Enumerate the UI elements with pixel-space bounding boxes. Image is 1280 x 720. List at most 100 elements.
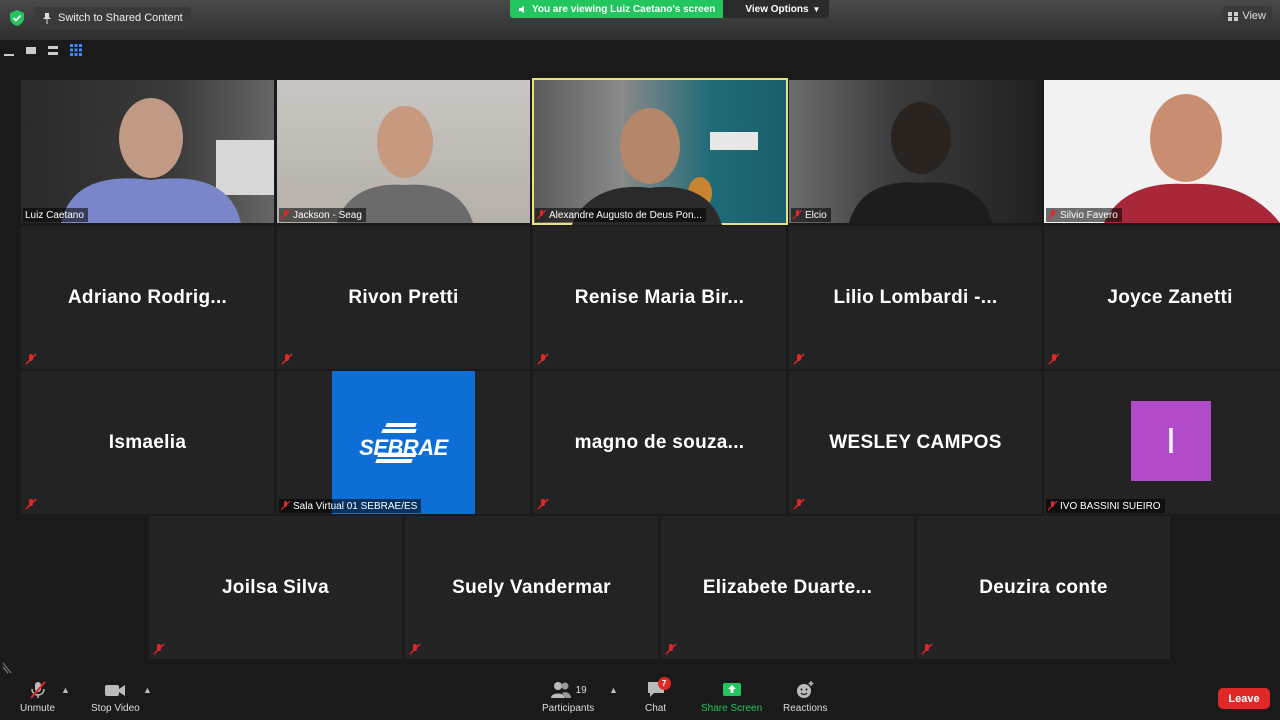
muted-mic-icon	[281, 353, 293, 365]
participant-name: Silvio Favero	[1060, 209, 1118, 221]
participant-name: Rivon Pretti	[348, 286, 459, 308]
participant-name-label: Sala Virtual 01 SEBRAE/ES	[279, 499, 422, 513]
participant-name: Adriano Rodrig...	[67, 286, 228, 308]
participant-name: Joilsa Silva	[221, 576, 330, 598]
meeting-top-bar: Switch to Shared Content You are viewing…	[0, 0, 1280, 40]
meeting-toolbar: Unmute ▲ Stop Video ▲ 19 Participants ▲ …	[0, 676, 1280, 720]
minimize-icon[interactable]	[4, 54, 14, 56]
participant-tile-ivo[interactable]: I IVO BASSINI SUEIRO	[1044, 371, 1280, 514]
participant-tile-suely[interactable]: Suely Vandermar	[405, 516, 658, 659]
participants-label: Participants	[542, 703, 595, 714]
participant-name: Deuzira conte	[979, 576, 1108, 598]
muted-mic-icon	[793, 353, 805, 365]
participant-name: magno de souza...	[574, 431, 745, 453]
participant-tile-joyce[interactable]: Joyce Zanetti	[1044, 226, 1280, 369]
stop-video-button[interactable]: Stop Video	[91, 680, 140, 714]
participant-name-label: Luiz Caetano	[23, 208, 88, 222]
view-options-label: View Options	[745, 3, 809, 15]
participant-name: Alexandre Augusto de Deus Pon...	[549, 209, 702, 221]
resize-grip-icon[interactable]	[2, 662, 12, 674]
participant-tile-wesley[interactable]: WESLEY CAMPOS	[789, 371, 1042, 514]
layout-switcher	[4, 44, 82, 56]
participant-name: IVO BASSINI SUEIRO	[1060, 500, 1161, 512]
participant-name: Sala Virtual 01 SEBRAE/ES	[293, 500, 418, 512]
participant-tile-deuzira[interactable]: Deuzira conte	[917, 516, 1170, 659]
security-shield-icon[interactable]	[8, 9, 26, 27]
reactions-button[interactable]: Reactions	[783, 680, 827, 714]
participant-name: Elizabete Duarte...	[702, 576, 873, 598]
video-tile-alexandre[interactable]: Alexandre Augusto de Deus Pon...	[532, 78, 788, 225]
muted-mic-icon	[1048, 210, 1057, 220]
muted-mic-icon	[537, 498, 549, 510]
share-screen-icon	[722, 683, 741, 696]
participant-name: Luiz Caetano	[25, 209, 84, 221]
participant-name: Suely Vandermar	[452, 576, 611, 598]
participant-tile-renise[interactable]: Renise Maria Bir...	[533, 226, 786, 369]
share-screen-button[interactable]: Share Screen	[701, 680, 762, 714]
muted-mic-icon	[793, 210, 802, 220]
participants-chevron-icon[interactable]: ▲	[609, 685, 618, 695]
participant-name: Lilio Lombardi -...	[833, 286, 998, 308]
chat-label: Chat	[645, 703, 667, 714]
participant-name-label: IVO BASSINI SUEIRO	[1046, 499, 1165, 513]
participant-tile-joilsa[interactable]: Joilsa Silva	[149, 516, 402, 659]
participant-tile-ismaelia[interactable]: Ismaelia	[21, 371, 274, 514]
viewing-screen-indicator: You are viewing Luiz Caetano's screen	[510, 0, 724, 18]
participant-tile-sebrae[interactable]: SEBRAE Sala Virtual 01 SEBRAE/ES	[277, 371, 530, 514]
video-tile-luiz[interactable]: Luiz Caetano	[21, 80, 274, 223]
participant-tile-lilio[interactable]: Lilio Lombardi -...	[789, 226, 1042, 369]
muted-mic-icon	[1048, 501, 1057, 511]
single-view-icon[interactable]	[26, 46, 36, 54]
muted-mic-icon	[665, 643, 677, 655]
view-label: View	[1242, 10, 1266, 22]
participants-count: 19	[575, 684, 587, 696]
participant-tile-magno[interactable]: magno de souza...	[533, 371, 786, 514]
participant-tile-adriano[interactable]: Adriano Rodrig...	[21, 226, 274, 369]
muted-mic-icon	[409, 643, 421, 655]
reactions-label: Reactions	[783, 703, 828, 714]
sebrae-logo: SEBRAE	[332, 371, 475, 514]
participant-name-label: Alexandre Augusto de Deus Pon...	[535, 208, 706, 222]
video-tile-jackson[interactable]: Jackson - Seag	[277, 80, 530, 223]
video-tile-silvio[interactable]: Silvio Favero	[1044, 80, 1280, 223]
leave-meeting-button[interactable]: Leave	[1218, 688, 1270, 709]
participant-tile-elizabete[interactable]: Elizabete Duarte...	[661, 516, 914, 659]
participant-video-image	[849, 102, 993, 223]
participant-name: Jackson - Seag	[293, 209, 362, 221]
share-screen-label: Share Screen	[701, 703, 763, 714]
participant-name: Elcio	[805, 209, 827, 221]
participant-tile-rivon[interactable]: Rivon Pretti	[277, 226, 530, 369]
muted-mic-icon	[29, 681, 46, 699]
chat-button[interactable]: 7 Chat	[645, 677, 671, 714]
banner-text: You are viewing Luiz Caetano's screen	[532, 3, 716, 15]
stop-video-label: Stop Video	[91, 703, 140, 714]
muted-mic-icon	[1048, 353, 1060, 365]
gallery-view-icon[interactable]	[70, 44, 82, 56]
participant-name-label: Elcio	[791, 208, 831, 222]
muted-mic-icon	[921, 643, 933, 655]
avatar-initial: I	[1165, 420, 1176, 461]
muted-mic-icon	[281, 210, 290, 220]
participant-video-image	[61, 98, 274, 223]
video-tile-elcio[interactable]: Elcio	[789, 80, 1042, 223]
participant-name: Renise Maria Bir...	[574, 286, 745, 308]
muted-mic-icon	[25, 498, 37, 510]
muted-mic-icon	[537, 353, 549, 365]
audio-options-chevron-icon[interactable]: ▲	[61, 685, 70, 695]
participants-button[interactable]: 19 Participants	[542, 680, 594, 714]
view-options-button[interactable]: View Options ▼	[723, 0, 830, 18]
view-button[interactable]: View	[1222, 6, 1272, 26]
unmute-label: Unmute	[20, 703, 56, 714]
speaker-icon	[519, 5, 524, 13]
side-by-side-icon[interactable]	[48, 45, 58, 55]
avatar: I	[1131, 401, 1211, 481]
chevron-down-icon: ▼	[812, 4, 821, 14]
pin-icon	[43, 13, 51, 24]
unmute-button[interactable]: Unmute	[20, 680, 55, 714]
sebrae-logo-text: SEBRAE	[359, 435, 448, 460]
muted-mic-icon	[281, 501, 290, 511]
screen-share-banner: You are viewing Luiz Caetano's screen Vi…	[510, 0, 830, 18]
muted-mic-icon	[25, 353, 37, 365]
video-options-chevron-icon[interactable]: ▲	[143, 685, 152, 695]
switch-to-shared-content-button[interactable]: Switch to Shared Content	[34, 7, 191, 29]
